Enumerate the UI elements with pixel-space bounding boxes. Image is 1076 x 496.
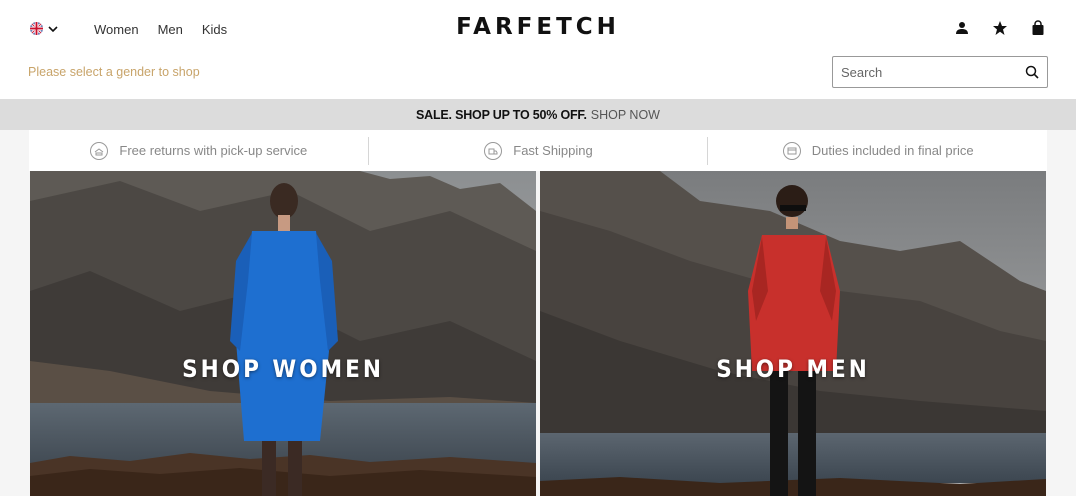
wishlist-star-icon[interactable] <box>992 20 1008 36</box>
site-header: Women Men Kids FARFETCH Please select a … <box>0 0 1076 99</box>
women-hero-image <box>30 171 536 496</box>
search-icon[interactable] <box>1025 65 1039 79</box>
benefit-returns-label: Free returns with pick-up service <box>119 143 308 158</box>
men-hero-image <box>540 171 1046 496</box>
search-input[interactable] <box>841 64 1025 80</box>
shop-now-link[interactable]: SHOP NOW <box>591 108 660 122</box>
bag-icon[interactable] <box>1030 20 1046 36</box>
benefits-bar: Free returns with pick-up service Fast S… <box>29 130 1047 171</box>
benefit-duties: Duties included in final price <box>707 136 1047 165</box>
farfetch-logo[interactable]: FARFETCH <box>0 14 1076 40</box>
shipping-icon <box>484 141 503 160</box>
shop-men-panel[interactable]: SHOP MEN <box>540 171 1046 496</box>
benefit-shipping-label: Fast Shipping <box>513 143 593 158</box>
benefit-returns: Free returns with pick-up service <box>29 137 368 165</box>
benefit-shipping: Fast Shipping <box>367 136 708 165</box>
sale-banner[interactable]: SALE. SHOP UP TO 50% OFF. SHOP NOW <box>0 99 1076 130</box>
shop-men-label[interactable]: SHOP MEN <box>540 355 1046 383</box>
gender-prompt: Please select a gender to shop <box>28 65 200 79</box>
header-tools <box>954 20 1046 36</box>
duties-icon <box>782 141 801 160</box>
shop-women-panel[interactable]: SHOP WOMEN <box>30 171 536 496</box>
sale-text: SALE. SHOP UP TO 50% OFF. <box>416 107 587 122</box>
search-box[interactable] <box>832 56 1048 88</box>
benefit-duties-label: Duties included in final price <box>811 143 974 158</box>
returns-icon <box>90 141 109 160</box>
shop-women-label[interactable]: SHOP WOMEN <box>30 355 536 383</box>
account-icon[interactable] <box>954 20 970 36</box>
